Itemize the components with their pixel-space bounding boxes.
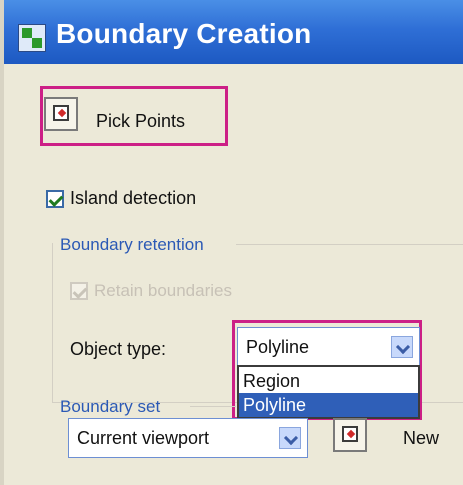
pick-points-icon [53, 105, 69, 121]
dropdown-option-polyline[interactable]: Polyline [239, 393, 418, 417]
pick-points-label: Pick Points [96, 111, 186, 131]
window-title: Boundary Creation [56, 18, 312, 49]
retain-boundaries-label: Retain boundaries [94, 281, 232, 300]
boundary-set-select[interactable]: Current viewport [68, 418, 308, 458]
retain-boundaries-checkbox[interactable] [70, 282, 88, 300]
dropdown-option-region[interactable]: Region [239, 369, 418, 393]
new-label: New [403, 428, 440, 448]
boundary-creation-window: Boundary Creation Pick Points Island det… [0, 0, 463, 485]
island-detection-checkbox[interactable] [46, 190, 64, 208]
boundary-set-label: Boundary set [60, 397, 161, 416]
boundary-set-divider [190, 406, 236, 407]
pick-points-button[interactable] [44, 97, 78, 131]
dropdown-arrow-icon[interactable] [279, 427, 301, 449]
dropdown-arrow-icon[interactable] [391, 336, 413, 358]
island-detection-label: Island detection [70, 188, 197, 208]
select-new-boundary-button[interactable] [333, 418, 367, 452]
object-type-select[interactable]: Polyline [237, 327, 420, 367]
boundary-set-value: Current viewport [77, 428, 210, 448]
select-objects-icon [342, 426, 358, 442]
object-type-value: Polyline [246, 337, 310, 357]
object-type-dropdown-list[interactable]: Region Polyline [237, 365, 420, 419]
app-icon [18, 24, 46, 52]
title-bar[interactable]: Boundary Creation [4, 0, 463, 64]
object-type-label: Object type: [70, 339, 167, 359]
